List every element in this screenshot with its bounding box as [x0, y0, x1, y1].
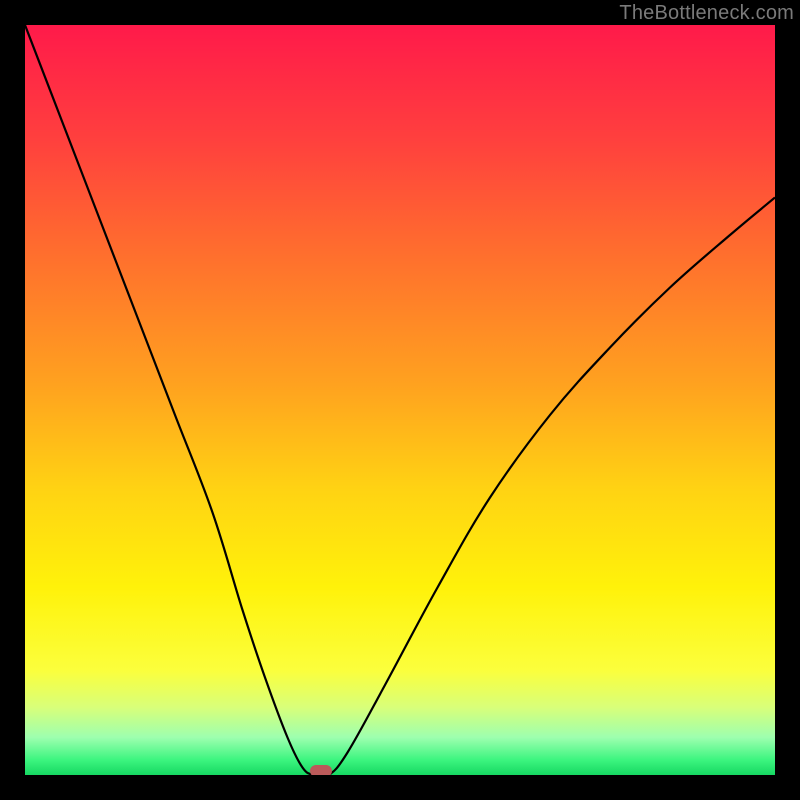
- curve-path: [25, 25, 775, 775]
- watermark-text: TheBottleneck.com: [619, 2, 794, 25]
- bottleneck-curve: [25, 25, 775, 775]
- chart-frame: TheBottleneck.com: [0, 0, 800, 800]
- plot-area: [25, 25, 775, 775]
- optimal-point-marker: [310, 765, 332, 775]
